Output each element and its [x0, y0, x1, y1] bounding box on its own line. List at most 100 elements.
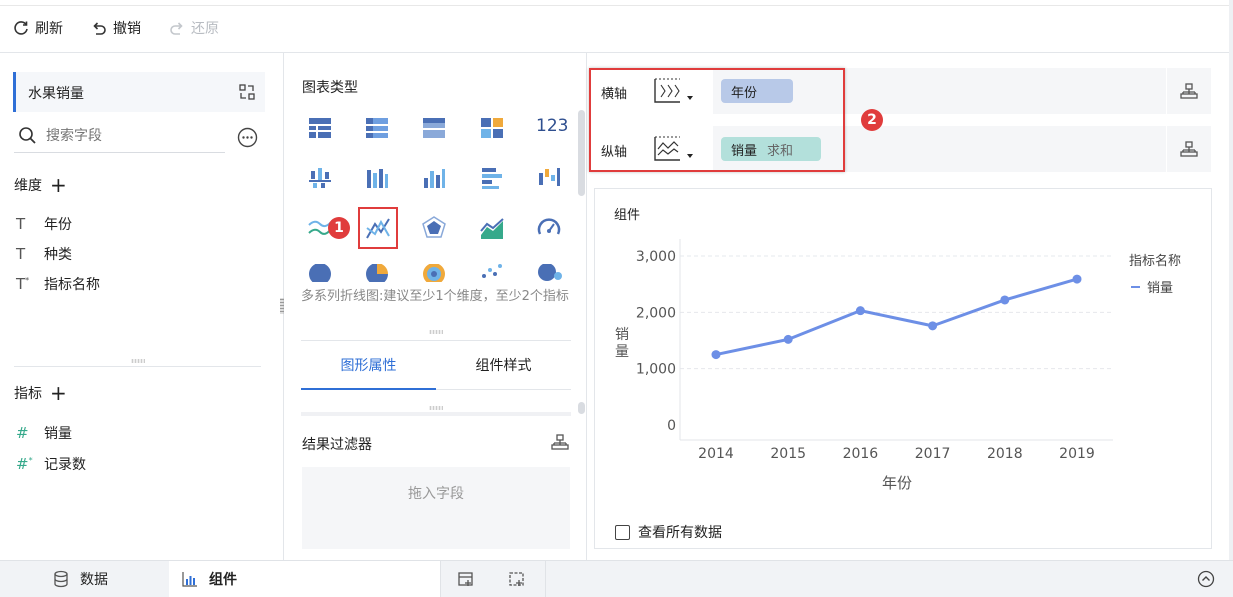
x-tick-label: 2015 — [770, 446, 806, 462]
filter-settings-icon[interactable] — [551, 433, 569, 451]
tab-graph-properties[interactable]: 图形属性 — [301, 356, 436, 390]
redo-label: 还原 — [191, 21, 219, 37]
tab-actions — [440, 561, 546, 597]
more-options-icon[interactable] — [237, 127, 258, 148]
resize-handle[interactable] — [429, 330, 443, 334]
y-row-sep — [1166, 126, 1167, 172]
number-123-icon[interactable]: 123 — [536, 116, 568, 136]
add-component-icon[interactable] — [457, 570, 475, 588]
undo-button[interactable]: 撤销 — [90, 17, 141, 39]
x-tick-labels: 2014 2015 2016 2017 2018 2019 — [698, 446, 1095, 462]
legend-item[interactable]: 销量 — [1131, 277, 1173, 296]
legend-title: 指标名称 — [1129, 254, 1182, 269]
number-field-star-icon: #* — [16, 455, 33, 473]
collapse-up-icon[interactable] — [1197, 570, 1215, 588]
window-right-edge — [1229, 0, 1233, 596]
view-all-data-toggle[interactable]: 查看所有数据 — [615, 522, 722, 542]
filter-drop-zone[interactable]: 拖入字段 — [302, 467, 570, 549]
refresh-label: 刷新 — [35, 21, 63, 37]
tab-component-style[interactable]: 组件样式 — [436, 356, 571, 390]
line-chart: 3,0002,0001,0000 2014 2015 2016 2017 2018 201… — [615, 239, 1113, 492]
chart-gridlines — [680, 255, 1113, 370]
metric-label: 记录数 — [44, 457, 86, 473]
tab-data[interactable]: 数据 — [52, 561, 108, 597]
x-tick-label: 2018 — [987, 446, 1023, 462]
refresh-icon — [14, 21, 28, 35]
kpi-card-icon[interactable] — [479, 115, 505, 141]
multi-series-line-icon[interactable] — [358, 207, 398, 249]
search-input[interactable] — [46, 126, 221, 146]
dataset-selector[interactable]: 水果销量 — [13, 72, 265, 112]
section-divider — [301, 340, 571, 341]
scatter-chart-icon[interactable] — [479, 264, 505, 282]
tab-label: 组件样式 — [475, 358, 532, 374]
component-tab-label: 组件 — [209, 572, 237, 588]
text-field-icon: T — [16, 215, 26, 233]
cross-table-icon[interactable] — [364, 115, 390, 141]
dimension-item[interactable]: T 种类 — [16, 244, 72, 264]
dimension-item[interactable]: T 年份 — [16, 214, 72, 234]
dimension-label: 指标名称 — [44, 277, 100, 293]
x-tick-label: 2016 — [843, 446, 879, 462]
detail-table-icon[interactable] — [421, 115, 447, 141]
axis-highlight-box — [589, 68, 845, 172]
panel-resize-handle[interactable] — [280, 298, 284, 314]
view-all-checkbox[interactable] — [615, 524, 630, 540]
component-chart-icon — [182, 572, 197, 587]
search-underline — [14, 152, 225, 153]
result-filter-title: 结果过滤器 — [302, 437, 372, 453]
data-point — [1072, 274, 1082, 284]
metric-item[interactable]: # 销量 — [16, 423, 72, 443]
active-tab-indicator — [301, 388, 436, 390]
dimension-label: 种类 — [44, 247, 72, 263]
x-tick-label: 2017 — [915, 446, 951, 462]
bar-chart-icon[interactable] — [479, 165, 505, 191]
bubble-chart-icon[interactable] — [536, 264, 562, 282]
range-bar-icon[interactable] — [307, 165, 333, 191]
y-tick-labels: 3,000 2,000 1,000 0 — [636, 249, 676, 434]
redo-icon — [170, 22, 183, 35]
table-chart-icon[interactable] — [307, 115, 333, 141]
rose-chart-icon[interactable] — [364, 264, 390, 282]
pie-chart-icon[interactable] — [307, 264, 333, 282]
step-1-badge: 1 — [328, 217, 350, 239]
chart-type-title: 图表类型 — [302, 80, 358, 96]
x-tick-label: 2014 — [698, 446, 734, 462]
area-chart-icon[interactable] — [479, 215, 505, 241]
x-axis-settings-icon[interactable] — [1180, 82, 1198, 100]
switch-dataset-icon[interactable] — [238, 83, 256, 101]
gauge-chart-icon[interactable] — [536, 215, 562, 241]
number-field-icon: # — [16, 424, 29, 442]
x-axis-title: 年份 — [882, 474, 912, 492]
add-dimension-icon[interactable]: + — [50, 175, 67, 195]
stacked-column-icon[interactable] — [364, 165, 390, 191]
y-tick-label: 1,000 — [636, 362, 676, 378]
metric-item[interactable]: #* 记录数 — [16, 454, 86, 474]
properties-scrollbar[interactable] — [578, 402, 585, 414]
text-field-star-icon: T* — [16, 275, 30, 293]
sunburst-icon[interactable] — [421, 264, 447, 282]
data-tab-label: 数据 — [80, 572, 108, 588]
tab-component[interactable]: 组件 — [169, 561, 440, 597]
undo-icon — [93, 22, 106, 35]
chart-type-scrollbar[interactable] — [578, 110, 585, 196]
y-tick-label: 0 — [667, 418, 676, 434]
waterfall-chart-icon[interactable] — [536, 165, 562, 191]
resize-handle[interactable] — [131, 359, 145, 363]
resize-handle[interactable] — [429, 406, 443, 410]
dataset-name: 水果销量 — [28, 86, 84, 102]
column-chart-icon[interactable] — [421, 165, 447, 191]
data-point — [1000, 295, 1010, 305]
y-axis-title: 销量 — [615, 327, 629, 360]
radar-chart-icon[interactable] — [421, 215, 447, 241]
redo-button[interactable]: 还原 — [168, 17, 219, 39]
refresh-button[interactable]: 刷新 — [12, 17, 63, 39]
y-axis-settings-icon[interactable] — [1180, 140, 1198, 158]
search-icon — [19, 127, 36, 144]
dimension-item[interactable]: T* 指标名称 — [16, 274, 100, 294]
y-tick-label: 2,000 — [636, 305, 676, 321]
add-dashboard-icon[interactable] — [508, 570, 526, 588]
add-metric-icon[interactable]: + — [50, 383, 67, 403]
section-divider — [14, 366, 261, 367]
dimension-section-header: 维度 + — [14, 175, 67, 195]
